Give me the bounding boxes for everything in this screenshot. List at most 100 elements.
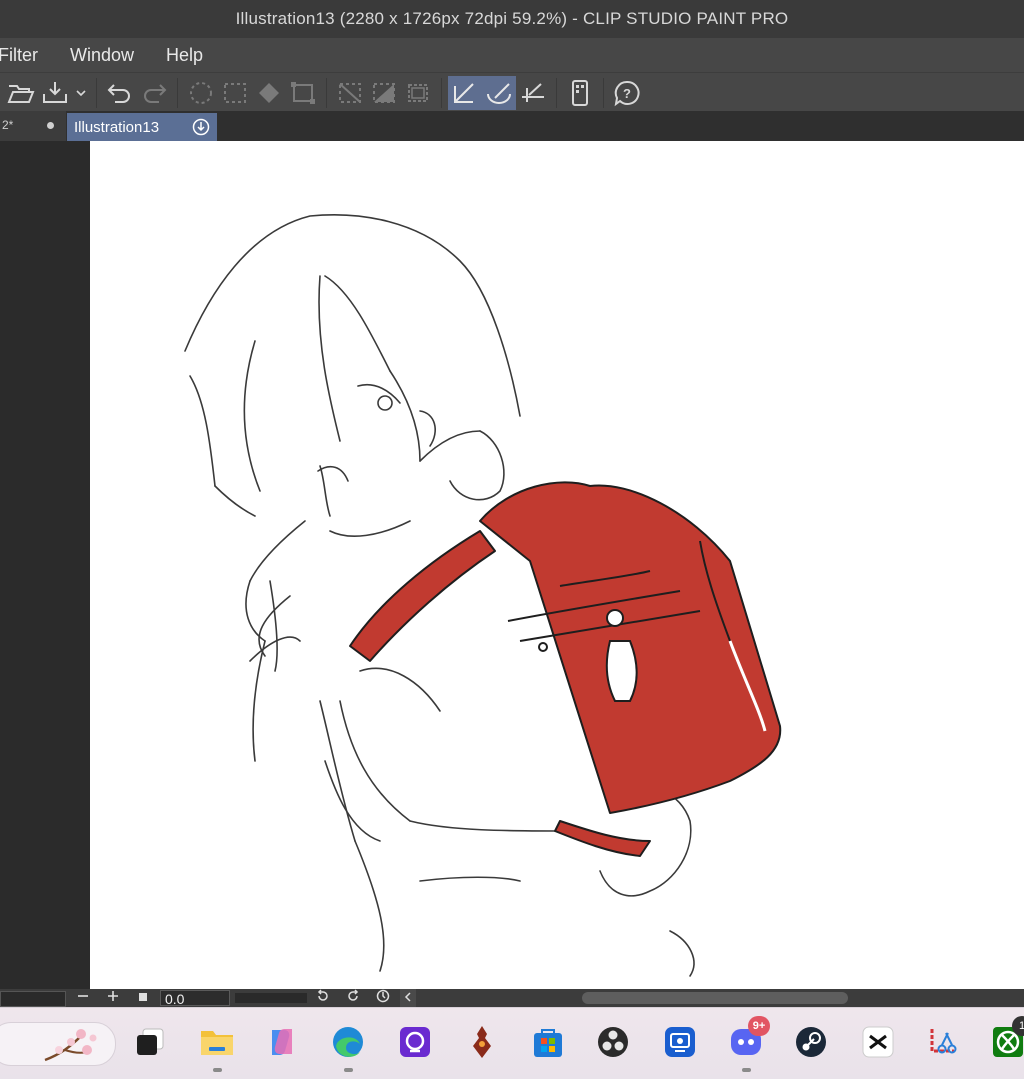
reset-rotation-button[interactable] [374,989,392,1007]
status-bar: 0.0 [0,989,1024,1007]
clear-selection-icon [190,81,212,104]
select-all-icon [224,82,246,103]
rotation-input[interactable]: 0.0 [160,990,230,1007]
smartphone-button[interactable] [563,76,597,110]
tab-label: 2* [2,118,14,132]
taskbar: 9+ 1 [0,1007,1024,1079]
fill-button[interactable] [252,76,286,110]
toolbar-divider [177,77,178,108]
snap-special-ruler-icon [487,82,511,104]
tab-save-icon[interactable] [191,117,211,141]
obs-studio-button[interactable] [593,1022,633,1062]
zoom-field[interactable] [0,991,66,1007]
transform-icon [291,81,315,104]
ubisoft-connect-button[interactable] [395,1022,435,1062]
steam-icon [796,1027,826,1057]
toolbar-divider [326,77,327,108]
save-button[interactable] [38,76,72,110]
unsaved-dot-icon [47,122,54,129]
game-app-icon [473,1026,491,1058]
title-bar: Illustration13 (2280 x 1726px 72dpi 59.2… [0,0,1024,38]
open-button[interactable] [4,76,38,110]
snap-ruler-button[interactable] [448,75,482,110]
rotation-slider[interactable] [235,993,307,1003]
snap-grid-button[interactable] [516,76,550,110]
search-bar[interactable] [0,1022,116,1066]
chevron-left-icon [404,992,411,1002]
task-view-icon [137,1028,164,1055]
steam-button[interactable] [791,1022,831,1062]
drawing-canvas[interactable] [90,141,1024,989]
tab-label: Illustration13 [74,119,160,136]
command-bar: ? [0,72,1024,112]
store-icon [534,1029,562,1057]
window-title: Illustration13 (2280 x 1726px 72dpi 59.2… [235,9,789,28]
smartphone-icon [572,79,588,106]
menu-help[interactable]: Help [166,45,203,66]
zoom-in-button[interactable] [104,989,122,1007]
transform-button[interactable] [286,76,320,110]
copilot-button[interactable] [262,1022,302,1062]
undo-button[interactable] [103,76,137,110]
toolbar-divider [603,77,604,108]
remote-desktop-icon [665,1027,695,1057]
microsoft-store-button[interactable] [528,1022,568,1062]
edge-icon [333,1027,363,1057]
hide-selection-icon [339,82,361,103]
rotate-right-button[interactable] [344,989,362,1007]
remote-desktop-button[interactable] [660,1022,700,1062]
document-tab-bar: 2* Illustration13 [0,111,1024,141]
snipping-tool-button[interactable] [923,1022,963,1062]
save-icon [43,81,67,103]
save-dropdown-button[interactable] [72,76,90,110]
fill-icon [259,82,279,103]
open-icon [7,84,35,103]
menu-window[interactable]: Window [70,45,134,66]
game-app-button[interactable] [462,1022,502,1062]
crop-icon [408,83,428,102]
fit-button[interactable] [134,989,152,1007]
hide-selection-button[interactable] [333,76,367,110]
square-icon [139,993,147,1001]
snap-grid-icon [522,82,544,102]
redo-button[interactable] [137,76,171,110]
folder-icon [201,1031,233,1055]
help-button[interactable]: ? [610,76,644,110]
redo-icon [144,83,167,103]
horizontal-scrollbar[interactable] [582,992,848,1004]
toolbar-divider [441,77,442,108]
notification-badge: 9+ [748,1016,770,1036]
capcut-button[interactable] [858,1022,898,1062]
select-all-button[interactable] [218,76,252,110]
running-indicator [742,1068,751,1072]
edge-button[interactable] [328,1022,368,1062]
ubisoft-icon [400,1027,430,1057]
snap-special-ruler-button[interactable] [482,75,516,110]
running-indicator [344,1068,353,1072]
plus-icon [108,991,118,1001]
capcut-icon [862,1026,894,1058]
menu-filter[interactable]: Filter [0,45,38,66]
menu-bar: Filter Window Help [0,38,1024,72]
tab-illustration13[interactable]: Illustration13 [67,113,217,141]
snap-ruler-icon [454,82,474,103]
task-view-button[interactable] [130,1022,170,1062]
blossom-icon [44,1029,97,1062]
file-explorer-button[interactable] [197,1022,237,1062]
invert-selection-button[interactable] [367,76,401,110]
undo-icon [107,83,130,103]
zoom-out-button[interactable] [74,989,92,1007]
clear-selection-button[interactable] [184,76,218,110]
help-icon: ? [614,80,640,106]
rotate-left-button[interactable] [314,989,332,1007]
rotate-left-icon [317,989,328,1001]
toolbar-divider [96,77,97,108]
sketch-illustration [184,214,782,977]
tab-previous-document[interactable]: 2* [0,111,66,141]
collapse-button[interactable] [400,989,416,1007]
svg-text:?: ? [623,86,631,101]
rotate-right-icon [348,989,359,1001]
running-indicator [213,1068,222,1072]
toolbar-divider [556,77,557,108]
crop-button[interactable] [401,76,435,110]
